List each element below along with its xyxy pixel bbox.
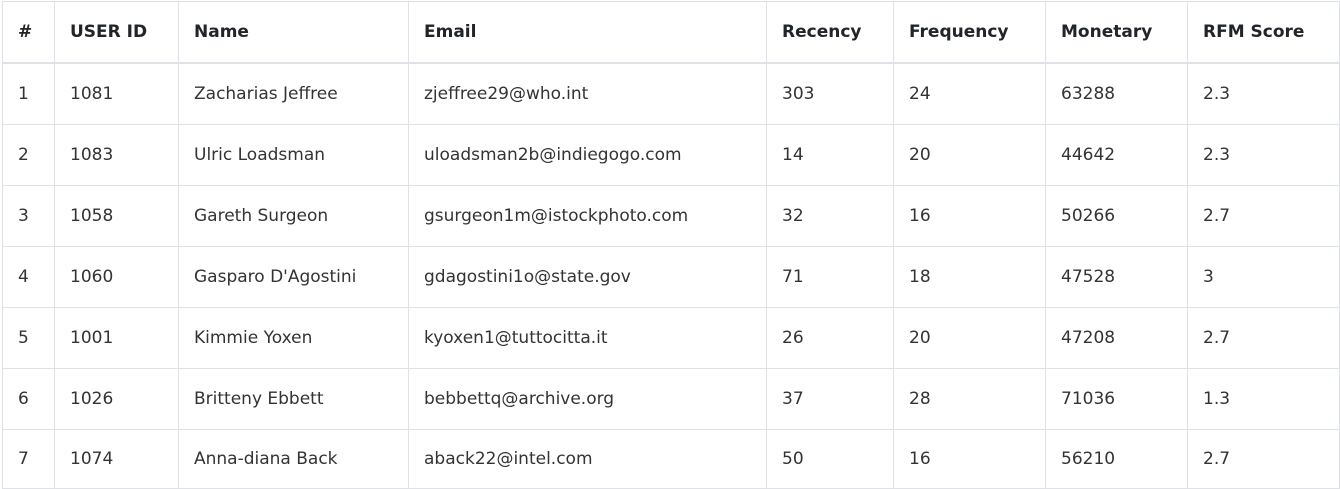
cell-frequency: 24 <box>893 62 1046 125</box>
cell-recency: 14 <box>766 124 894 186</box>
column-header-recency: Recency <box>766 1 894 64</box>
cell-user-id: 1058 <box>54 185 179 247</box>
table-row: 2 1083 Ulric Loadsman uloadsman2b@indieg… <box>2 124 1340 186</box>
cell-rfm-score: 2.3 <box>1187 124 1340 186</box>
cell-rfm-score: 1.3 <box>1187 368 1340 430</box>
cell-monetary: 71036 <box>1045 368 1188 430</box>
cell-frequency: 20 <box>893 124 1046 186</box>
cell-name: Kimmie Yoxen <box>178 307 409 369</box>
rfm-table: # USER ID Name Email Recency Frequency M… <box>2 1 1340 489</box>
table-header-row: # USER ID Name Email Recency Frequency M… <box>2 1 1340 64</box>
cell-recency: 50 <box>766 429 894 489</box>
cell-name: Anna-diana Back <box>178 429 409 489</box>
cell-name: Gareth Surgeon <box>178 185 409 247</box>
cell-monetary: 47528 <box>1045 246 1188 308</box>
cell-rfm-score: 3 <box>1187 246 1340 308</box>
cell-recency: 303 <box>766 62 894 125</box>
cell-user-id: 1081 <box>54 62 179 125</box>
table-row: 3 1058 Gareth Surgeon gsurgeon1m@istockp… <box>2 185 1340 247</box>
cell-index: 7 <box>2 429 55 489</box>
table-row: 4 1060 Gasparo D'Agostini gdagostini1o@s… <box>2 246 1340 308</box>
cell-user-id: 1001 <box>54 307 179 369</box>
cell-frequency: 18 <box>893 246 1046 308</box>
column-header-index: # <box>2 1 55 64</box>
cell-monetary: 56210 <box>1045 429 1188 489</box>
cell-email: kyoxen1@tuttocitta.it <box>408 307 767 369</box>
table-row: 6 1026 Britteny Ebbett bebbettq@archive.… <box>2 368 1340 430</box>
column-header-email: Email <box>408 1 767 64</box>
cell-index: 3 <box>2 185 55 247</box>
cell-name: Gasparo D'Agostini <box>178 246 409 308</box>
cell-user-id: 1026 <box>54 368 179 430</box>
cell-index: 4 <box>2 246 55 308</box>
column-header-frequency: Frequency <box>893 1 1046 64</box>
cell-monetary: 44642 <box>1045 124 1188 186</box>
table-body: 1 1081 Zacharias Jeffree zjeffree29@who.… <box>2 62 1340 489</box>
cell-frequency: 20 <box>893 307 1046 369</box>
cell-email: gsurgeon1m@istockphoto.com <box>408 185 767 247</box>
cell-email: uloadsman2b@indiegogo.com <box>408 124 767 186</box>
cell-rfm-score: 2.7 <box>1187 429 1340 489</box>
cell-recency: 37 <box>766 368 894 430</box>
cell-monetary: 50266 <box>1045 185 1188 247</box>
cell-user-id: 1060 <box>54 246 179 308</box>
cell-email: gdagostini1o@state.gov <box>408 246 767 308</box>
cell-monetary: 47208 <box>1045 307 1188 369</box>
cell-monetary: 63288 <box>1045 62 1188 125</box>
cell-rfm-score: 2.7 <box>1187 307 1340 369</box>
cell-email: zjeffree29@who.int <box>408 62 767 125</box>
cell-name: Britteny Ebbett <box>178 368 409 430</box>
cell-user-id: 1083 <box>54 124 179 186</box>
cell-index: 5 <box>2 307 55 369</box>
cell-recency: 32 <box>766 185 894 247</box>
cell-index: 6 <box>2 368 55 430</box>
cell-index: 1 <box>2 62 55 125</box>
cell-name: Zacharias Jeffree <box>178 62 409 125</box>
cell-recency: 26 <box>766 307 894 369</box>
table-row: 1 1081 Zacharias Jeffree zjeffree29@who.… <box>2 62 1340 125</box>
cell-frequency: 16 <box>893 185 1046 247</box>
cell-email: bebbettq@archive.org <box>408 368 767 430</box>
cell-email: aback22@intel.com <box>408 429 767 489</box>
cell-name: Ulric Loadsman <box>178 124 409 186</box>
cell-recency: 71 <box>766 246 894 308</box>
column-header-rfm-score: RFM Score <box>1187 1 1340 64</box>
rfm-table-container: # USER ID Name Email Recency Frequency M… <box>2 1 1340 489</box>
table-row: 5 1001 Kimmie Yoxen kyoxen1@tuttocitta.i… <box>2 307 1340 369</box>
cell-user-id: 1074 <box>54 429 179 489</box>
column-header-user-id: USER ID <box>54 1 179 64</box>
cell-rfm-score: 2.3 <box>1187 62 1340 125</box>
column-header-monetary: Monetary <box>1045 1 1188 64</box>
cell-frequency: 16 <box>893 429 1046 489</box>
column-header-name: Name <box>178 1 409 64</box>
cell-frequency: 28 <box>893 368 1046 430</box>
table-row: 7 1074 Anna-diana Back aback22@intel.com… <box>2 429 1340 489</box>
cell-index: 2 <box>2 124 55 186</box>
cell-rfm-score: 2.7 <box>1187 185 1340 247</box>
